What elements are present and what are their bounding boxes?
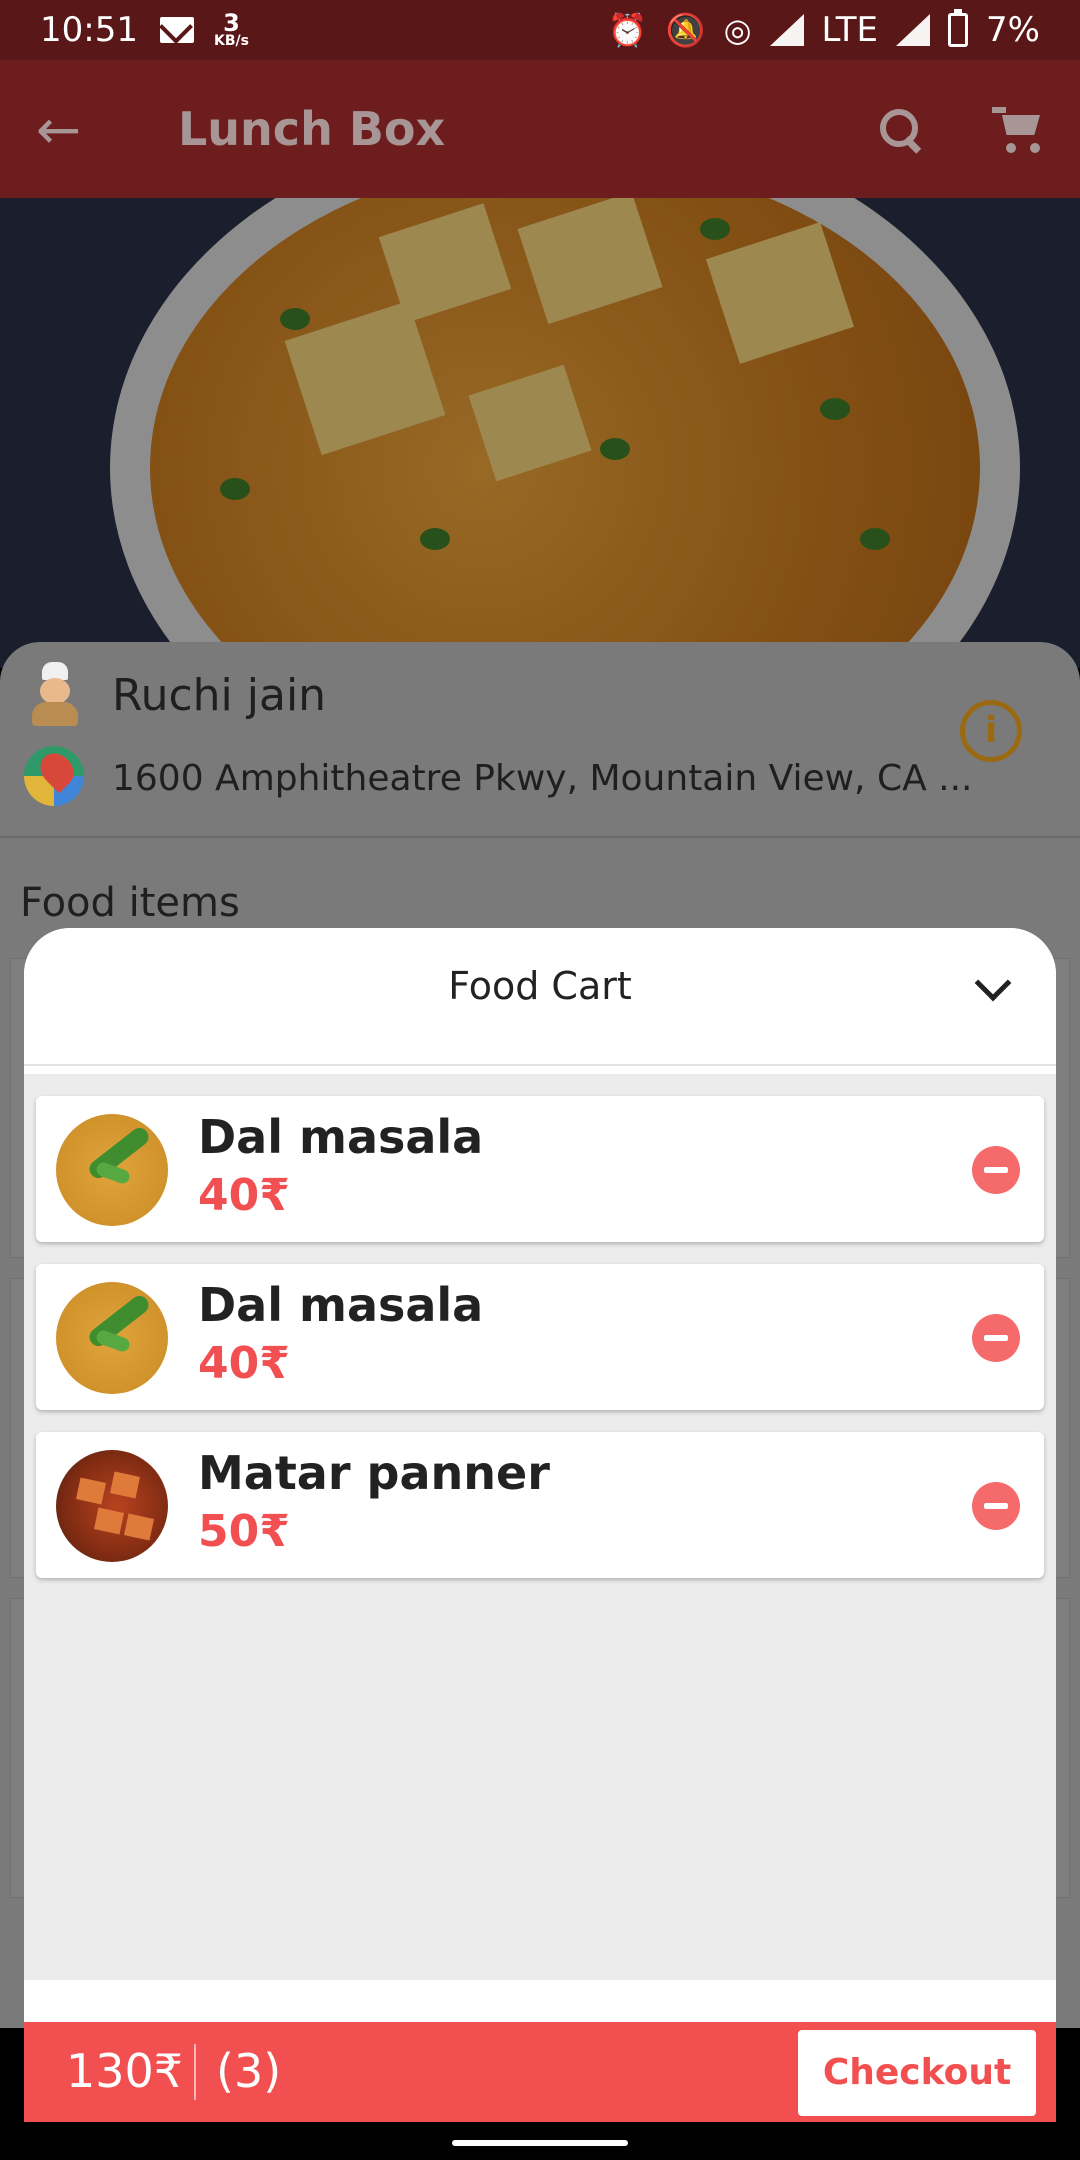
cart-item-name: Dal masala bbox=[198, 1278, 484, 1332]
signal-icon bbox=[769, 14, 804, 46]
remove-item-icon[interactable] bbox=[972, 1314, 1020, 1362]
home-gesture-handle[interactable] bbox=[452, 2140, 628, 2146]
food-items-title: Food items bbox=[20, 880, 240, 926]
cart-item-price: 50₹ bbox=[198, 1506, 290, 1557]
cart-item-count: (3) bbox=[216, 2044, 282, 2098]
chef-name: Ruchi jain bbox=[112, 670, 327, 721]
map-pin-icon bbox=[24, 746, 84, 806]
hotspot-icon: ◎ bbox=[723, 11, 752, 49]
system-nav-bar bbox=[0, 2122, 1080, 2160]
hero-food-image bbox=[0, 198, 1080, 668]
divider bbox=[194, 2044, 196, 2100]
status-bar: 10:51 3 KB/s ⏰ 🔕 ◎ LTE 7% bbox=[0, 0, 1080, 60]
cart-item-name: Matar panner bbox=[198, 1446, 550, 1500]
data-rate-value: 3 bbox=[223, 9, 240, 37]
checkout-button[interactable]: Checkout bbox=[798, 2030, 1036, 2116]
food-cart-title: Food Cart bbox=[448, 964, 632, 1008]
info-icon[interactable]: i bbox=[960, 700, 1022, 762]
app-title: Lunch Box bbox=[178, 102, 446, 156]
remove-item-icon[interactable] bbox=[972, 1146, 1020, 1194]
search-icon[interactable] bbox=[878, 107, 922, 151]
network-type: LTE bbox=[821, 10, 879, 50]
data-rate-unit: KB/s bbox=[213, 33, 249, 49]
food-thumbnail bbox=[56, 1282, 168, 1394]
app-bar: ← Lunch Box bbox=[0, 60, 1080, 198]
cart-item-price: 40₹ bbox=[198, 1170, 290, 1221]
alarm-icon: ⏰ bbox=[607, 11, 648, 49]
checkout-bar: 130₹ (3) Checkout bbox=[24, 2022, 1056, 2122]
cart-item: Dal masala 40₹ bbox=[36, 1264, 1044, 1410]
data-rate-indicator: 3 KB/s bbox=[213, 9, 249, 49]
arrow-back-icon[interactable]: ← bbox=[36, 98, 104, 161]
remove-item-icon[interactable] bbox=[972, 1482, 1020, 1530]
status-time: 10:51 bbox=[40, 10, 138, 50]
battery-icon bbox=[948, 9, 969, 47]
food-cart-header: Food Cart bbox=[24, 928, 1056, 1064]
chef-info-card: Ruchi jain 1600 Amphitheatre Pkwy, Mount… bbox=[0, 642, 1080, 842]
shopping-cart-icon[interactable] bbox=[992, 105, 1044, 153]
food-cart-sheet: Food Cart Dal masala 40₹ Dal masala 40₹ … bbox=[24, 928, 1056, 2028]
food-thumbnail bbox=[56, 1114, 168, 1226]
cart-total: 130₹ bbox=[66, 2044, 184, 2098]
cart-item-price: 40₹ bbox=[198, 1338, 290, 1389]
chef-avatar-icon bbox=[28, 662, 82, 726]
battery-level: 7% bbox=[986, 10, 1040, 50]
notifications-off-icon: 🔕 bbox=[665, 11, 706, 49]
food-thumbnail bbox=[56, 1450, 168, 1562]
signal-strength-icon bbox=[896, 14, 931, 46]
cart-item: Dal masala 40₹ bbox=[36, 1096, 1044, 1242]
chef-address: 1600 Amphitheatre Pkwy, Mountain View, C… bbox=[112, 758, 973, 799]
cart-item-name: Dal masala bbox=[198, 1110, 484, 1164]
cart-item: Matar panner 50₹ bbox=[36, 1432, 1044, 1578]
mail-icon bbox=[159, 17, 194, 43]
